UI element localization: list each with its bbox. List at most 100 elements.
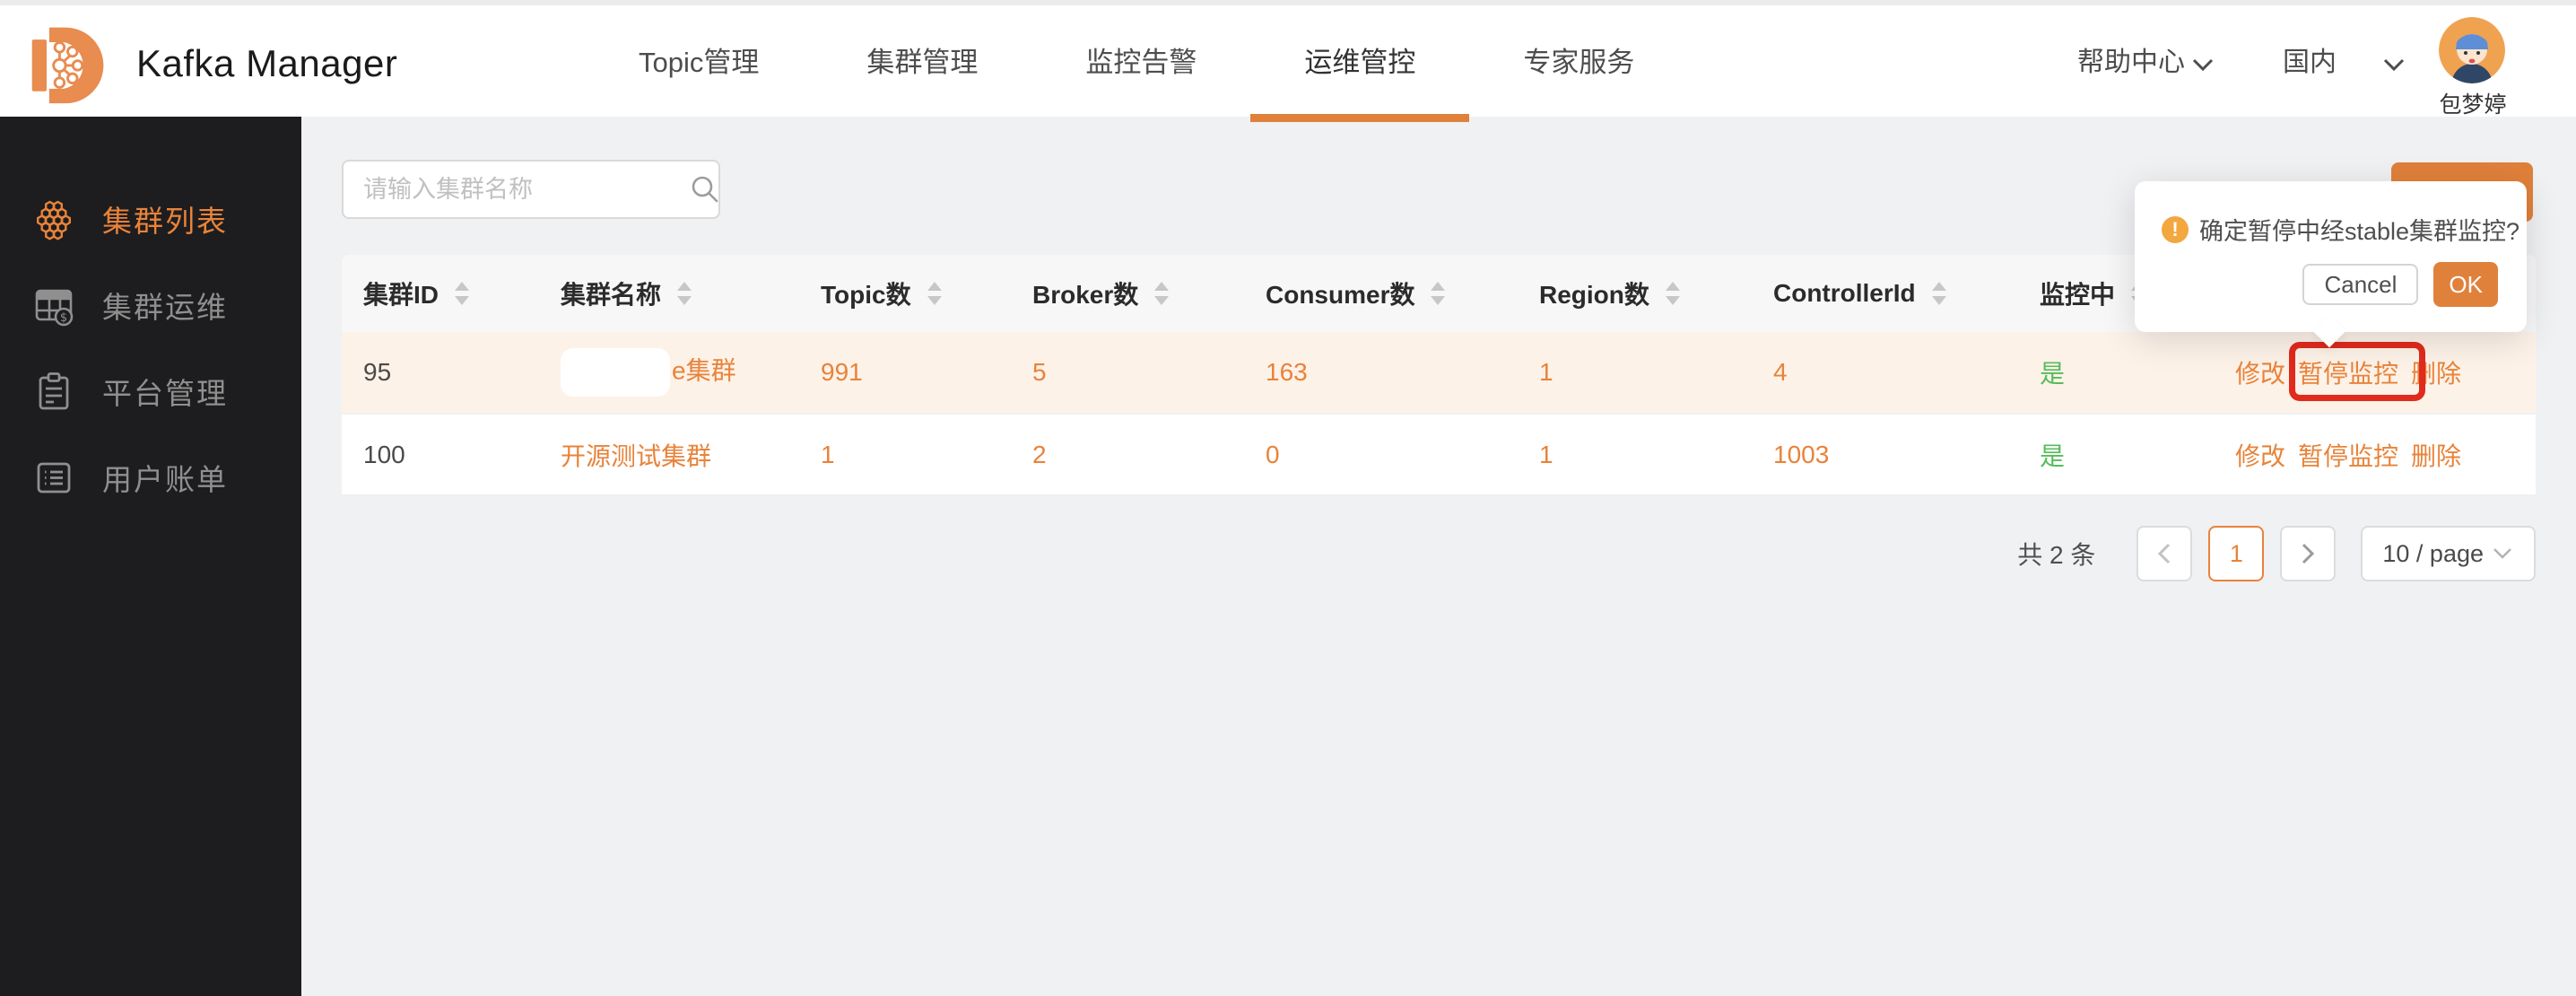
user-name: 包梦婷 — [2439, 92, 2507, 118]
chevron-down-icon — [2493, 547, 2514, 560]
redaction-blob — [561, 348, 670, 397]
sidebar-item-label: 集群列表 — [102, 205, 228, 238]
col-header-topics: Topic数 — [821, 281, 911, 309]
sidebar-item-platform-manage[interactable]: 平台管理 — [0, 348, 301, 434]
sidebar-item-cluster-list[interactable]: 集群列表 — [0, 176, 301, 262]
table-coin-icon: $ — [32, 284, 75, 327]
user-profile[interactable]: 包梦婷 — [2439, 17, 2507, 119]
consumers-count-link[interactable]: 0 — [1266, 441, 1280, 468]
regions-count-link[interactable]: 1 — [1539, 441, 1553, 468]
region-dropdown[interactable]: 国内 — [2283, 5, 2405, 122]
sort-carets-icon[interactable] — [927, 282, 942, 305]
cell-monitoring-status: 是 — [2018, 332, 2189, 415]
kafka-manager-app: Kafka Manager Topic管理 集群管理 监控告警 运维管控 专家服… — [0, 0, 2576, 996]
cell-topics: 1 — [798, 414, 1014, 496]
cell-cluster-id: 100 — [342, 414, 538, 496]
tab-cluster-manage[interactable]: 集群管理 — [813, 5, 1031, 122]
sidebar-item-user-billing[interactable]: 用户账单 — [0, 434, 301, 520]
warning-icon: ! — [2162, 215, 2189, 243]
svg-text:$: $ — [60, 311, 67, 325]
col-header-monitoring: 监控中 — [2040, 281, 2116, 309]
col-header-consumers: Consumer数 — [1266, 281, 1415, 309]
honeycomb-icon — [32, 197, 75, 240]
sidebar-item-cluster-ops[interactable]: $ 集群运维 — [0, 262, 301, 348]
delete-link[interactable]: 删除 — [2411, 437, 2461, 473]
chevron-down-icon — [2383, 58, 2405, 71]
brokers-count-link[interactable]: 5 — [1032, 358, 1047, 386]
cell-cluster-id: 95 — [342, 332, 538, 415]
next-page-button[interactable] — [2280, 526, 2337, 581]
cell-operations: 修改 暂停监控 删除 — [2189, 414, 2536, 496]
sort-carets-icon[interactable] — [1931, 282, 1946, 305]
search-input[interactable] — [344, 175, 690, 204]
chevron-down-icon — [2192, 58, 2214, 71]
col-header-controller-id: ControllerId — [1773, 279, 1916, 307]
sort-carets-icon[interactable] — [1431, 282, 1446, 305]
confirm-popover: ! 确定暂停中经stable集群监控? Cancel OK — [2135, 181, 2527, 348]
cell-brokers: 5 — [1014, 332, 1247, 415]
tab-monitor-alert[interactable]: 监控告警 — [1031, 5, 1250, 122]
region-label: 国内 — [2283, 48, 2337, 77]
consumers-count-link[interactable]: 163 — [1266, 358, 1308, 386]
cell-regions: 1 — [1516, 414, 1749, 496]
top-header: Kafka Manager Topic管理 集群管理 监控告警 运维管控 专家服… — [0, 0, 2576, 122]
col-header-cluster-name: 集群名称 — [561, 281, 662, 309]
controller-id-link[interactable]: 1003 — [1773, 441, 1829, 468]
sidebar-item-label: 平台管理 — [102, 377, 228, 410]
table-row: 95 e集群 991 5 163 1 4 是 修改 暂停监控 删除 — [342, 332, 2536, 415]
cell-consumers: 163 — [1247, 332, 1516, 415]
sidebar: 集群列表 $ 集群运维 平台管理 用户账单 — [0, 117, 301, 996]
ok-button[interactable]: OK — [2433, 262, 2498, 307]
cell-controller-id: 1003 — [1749, 414, 2018, 496]
cluster-name-link[interactable]: e集群 — [672, 356, 736, 384]
cell-brokers: 2 — [1014, 414, 1247, 496]
sort-carets-icon[interactable] — [455, 282, 470, 305]
cell-controller-id: 4 — [1749, 332, 2018, 415]
popover-message: 确定暂停中经stable集群监控? — [2199, 218, 2520, 245]
search-icon[interactable] — [690, 174, 720, 205]
total-count: 共 2 条 — [2017, 541, 2096, 569]
pause-monitoring-link[interactable]: 暂停监控 — [2298, 360, 2398, 388]
tab-ops-control[interactable]: 运维管控 — [1250, 5, 1470, 122]
cell-cluster-name: 开源测试集群 — [538, 414, 798, 496]
col-header-cluster-id: 集群ID — [363, 281, 439, 309]
app-title: Kafka Manager — [136, 42, 398, 84]
col-header-brokers: Broker数 — [1032, 281, 1139, 309]
edit-link[interactable]: 修改 — [2235, 437, 2285, 473]
sort-carets-icon[interactable] — [677, 282, 692, 305]
brokers-count-link[interactable]: 2 — [1032, 441, 1047, 468]
top-navigation: Topic管理 集群管理 监控告警 运维管控 专家服务 — [585, 5, 1688, 122]
help-center-dropdown[interactable]: 帮助中心 — [2077, 5, 2214, 122]
help-center-label: 帮助中心 — [2077, 48, 2185, 77]
cell-topics: 991 — [798, 332, 1014, 415]
regions-count-link[interactable]: 1 — [1539, 358, 1553, 386]
edit-link[interactable]: 修改 — [2235, 354, 2285, 390]
page-size-select[interactable]: 10 / page — [2361, 526, 2536, 581]
cell-consumers: 0 — [1247, 414, 1516, 496]
list-icon — [32, 456, 75, 499]
pause-monitoring-link[interactable]: 暂停监控 — [2298, 437, 2398, 473]
topics-count-link[interactable]: 1 — [821, 441, 835, 468]
avatar — [2439, 17, 2505, 83]
col-header-regions: Region数 — [1539, 281, 1649, 309]
main-content: 集群ID 集群名称 Topic数 Broker数 Consumer数 Regio… — [301, 117, 2576, 996]
cell-cluster-name: e集群 — [538, 332, 798, 415]
tab-topic-manage[interactable]: Topic管理 — [585, 5, 813, 122]
controller-id-link[interactable]: 4 — [1773, 358, 1788, 386]
cell-regions: 1 — [1516, 332, 1749, 415]
sort-carets-icon[interactable] — [1154, 282, 1170, 305]
pagination: 共 2 条 1 10 / page — [2017, 526, 2536, 581]
cluster-search — [342, 160, 720, 219]
tab-expert-service[interactable]: 专家服务 — [1469, 5, 1688, 122]
cancel-button[interactable]: Cancel — [2302, 264, 2419, 305]
sidebar-item-label: 用户账单 — [102, 463, 228, 496]
clipboard-icon — [32, 370, 75, 413]
sort-carets-icon[interactable] — [1665, 282, 1680, 305]
topics-count-link[interactable]: 991 — [821, 358, 863, 386]
page-number-button[interactable]: 1 — [2208, 526, 2265, 581]
page-size-value: 10 / page — [2382, 539, 2484, 567]
app-logo-icon[interactable] — [25, 20, 111, 108]
delete-link[interactable]: 删除 — [2411, 354, 2461, 390]
cluster-name-link[interactable]: 开源测试集群 — [561, 442, 711, 470]
prev-page-button[interactable] — [2137, 526, 2193, 581]
